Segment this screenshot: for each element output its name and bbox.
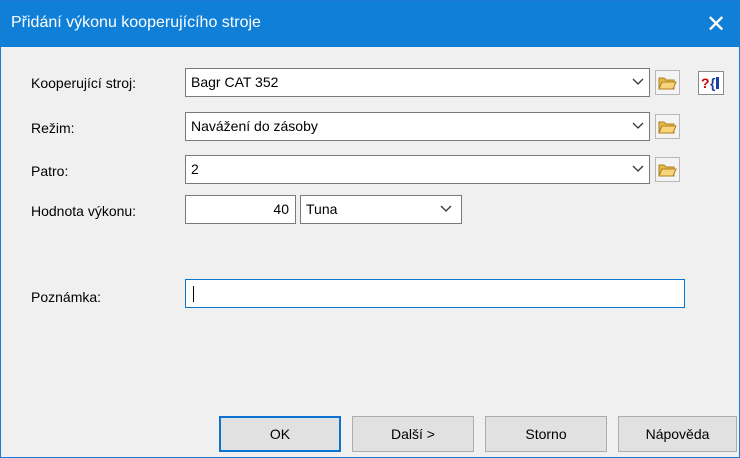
- note-label: Poznámka:: [31, 289, 102, 305]
- text-caret: [193, 286, 194, 302]
- chevron-down-icon: [632, 165, 644, 172]
- title-bar[interactable]: Přidání výkonu kooperujícího stroje ✕: [1, 1, 739, 47]
- machine-label: Kooperující stroj:: [31, 75, 137, 91]
- floor-combobox[interactable]: 2: [185, 155, 650, 184]
- unit-value: Tuna: [306, 201, 338, 217]
- svg-text:?: ?: [701, 75, 710, 91]
- floor-label: Patro:: [31, 163, 69, 179]
- performance-label: Hodnota výkonu:: [31, 203, 137, 219]
- folder-icon: [658, 121, 677, 133]
- performance-value-input[interactable]: 40: [185, 195, 296, 224]
- folder-icon: [658, 164, 677, 176]
- machine-browse-button[interactable]: [655, 70, 680, 95]
- performance-value: 40: [273, 201, 289, 217]
- dialog-window: Přidání výkonu kooperujícího stroje ✕ Ko…: [0, 0, 740, 458]
- chevron-down-icon: [440, 205, 452, 212]
- chevron-down-icon: [632, 122, 644, 129]
- machine-combobox[interactable]: Bagr CAT 352: [185, 68, 650, 97]
- next-button[interactable]: Další >: [352, 416, 474, 452]
- chevron-down-icon: [632, 78, 644, 85]
- note-input[interactable]: [185, 279, 685, 308]
- folder-icon: [658, 77, 677, 89]
- machine-value: Bagr CAT 352: [191, 74, 279, 90]
- help-button[interactable]: Nápověda: [618, 416, 737, 452]
- ok-button[interactable]: OK: [219, 416, 341, 452]
- help-icon-button[interactable]: ? {: [698, 71, 724, 95]
- cancel-button[interactable]: Storno: [485, 416, 607, 452]
- mode-browse-button[interactable]: [655, 114, 680, 139]
- close-icon: ✕: [705, 10, 727, 38]
- unit-combobox[interactable]: Tuna: [300, 195, 462, 224]
- help-icon: ? {: [701, 75, 719, 91]
- floor-browse-button[interactable]: [655, 157, 680, 182]
- dialog-title: Přidání výkonu kooperujícího stroje: [11, 14, 261, 31]
- mode-value: Navážení do zásoby: [191, 118, 318, 134]
- mode-label: Režim:: [31, 120, 75, 136]
- floor-value: 2: [191, 161, 199, 177]
- mode-combobox[interactable]: Navážení do zásoby: [185, 112, 650, 141]
- close-button[interactable]: ✕: [693, 1, 739, 47]
- svg-text:{: {: [710, 75, 716, 91]
